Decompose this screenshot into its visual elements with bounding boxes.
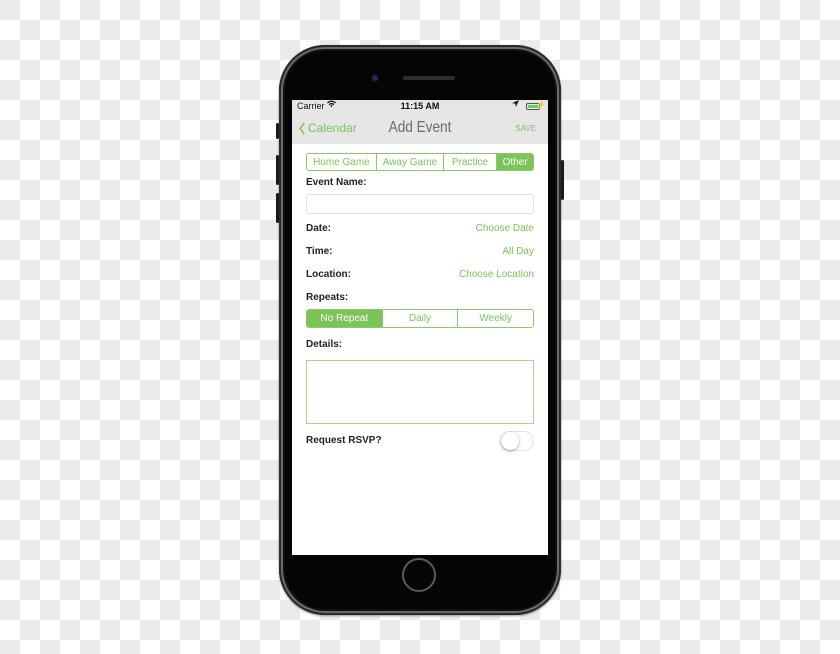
segment-weekly[interactable]: Weekly — [457, 310, 533, 327]
choose-location-button[interactable]: Choose Location — [459, 269, 534, 280]
power-button — [561, 160, 564, 200]
toggle-knob — [501, 431, 519, 450]
earpiece-speaker — [403, 76, 455, 80]
charging-bolt-icon: ⚡ — [536, 100, 546, 109]
front-camera — [371, 74, 379, 82]
rsvp-toggle[interactable] — [500, 430, 534, 451]
home-button[interactable] — [402, 558, 436, 592]
event-form: Home Game Away Game Practice Other Event… — [292, 153, 548, 452]
segment-practice[interactable]: Practice — [442, 154, 497, 170]
repeats-label: Repeats: — [306, 292, 349, 303]
repeat-segmented-control: No Repeat Daily Weekly — [306, 309, 534, 328]
location-label: Location: — [306, 269, 351, 280]
time-value-button[interactable]: All Day — [502, 246, 534, 257]
date-row: Date: Choose Date — [306, 217, 534, 240]
segment-home-game[interactable]: Home Game — [307, 154, 376, 170]
choose-date-button[interactable]: Choose Date — [476, 223, 534, 234]
event-name-label: Event Name: — [306, 177, 367, 188]
time-label: Time: — [306, 246, 333, 257]
event-name-input[interactable] — [306, 194, 534, 214]
date-label: Date: — [306, 223, 332, 234]
volume-up-button — [276, 155, 279, 185]
segment-away-game[interactable]: Away Game — [375, 154, 443, 170]
repeats-row: Repeats: — [306, 286, 534, 309]
navigation-bar: Calendar Add Event SAVE — [292, 113, 548, 144]
rsvp-label: Request RSVP? — [306, 435, 382, 446]
volume-down-button — [276, 193, 279, 223]
segment-no-repeat[interactable]: No Repeat — [307, 310, 382, 327]
page-title: Add Event — [388, 119, 452, 136]
event-type-segmented-control: Home Game Away Game Practice Other — [306, 153, 534, 171]
details-label: Details: — [306, 339, 343, 350]
segment-daily[interactable]: Daily — [381, 310, 458, 327]
clock: 11:15 AM — [400, 101, 440, 111]
rsvp-row: Request RSVP? — [306, 429, 534, 452]
location-arrow-icon — [512, 100, 519, 109]
chevron-left-icon — [299, 121, 305, 135]
phone-frame: Carrier 11:15 AM ⚡ Calendar Add Event SA… — [276, 45, 564, 615]
segment-other[interactable]: Other — [496, 154, 533, 170]
details-textarea[interactable] — [306, 360, 534, 424]
save-button[interactable]: SAVE — [515, 124, 536, 133]
time-row: Time: All Day — [306, 240, 534, 263]
status-bar: Carrier 11:15 AM ⚡ — [292, 100, 548, 113]
location-row: Location: Choose Location — [306, 263, 534, 286]
screen: Carrier 11:15 AM ⚡ Calendar Add Event SA… — [292, 100, 548, 555]
mute-switch — [276, 123, 279, 139]
